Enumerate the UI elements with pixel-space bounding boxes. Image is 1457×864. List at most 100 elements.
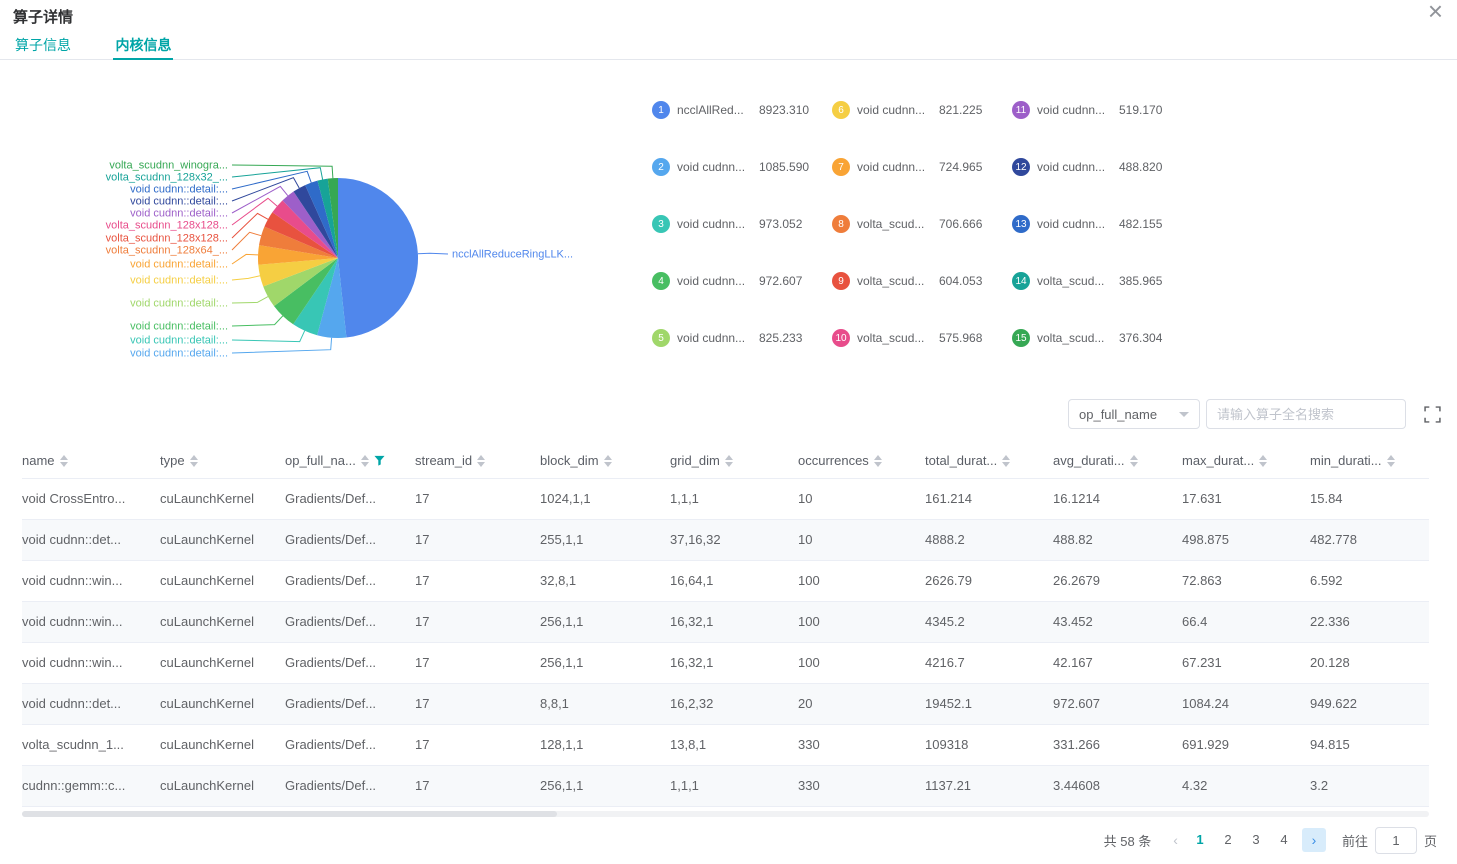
legend-label: void cudnn... (1037, 160, 1117, 174)
table-row[interactable]: void cudnn::det...cuLaunchKernelGradient… (22, 683, 1429, 724)
sort-carets[interactable] (1130, 455, 1138, 467)
legend-rank-badge: 3 (652, 215, 670, 233)
sort-asc-icon[interactable] (604, 455, 612, 460)
legend-item[interactable]: 10volta_scud...575.968 (832, 328, 1000, 348)
sort-desc-icon[interactable] (1002, 462, 1010, 467)
legend-item[interactable]: 13void cudnn...482.155 (1012, 214, 1180, 234)
column-header-total_duration[interactable]: total_durat... (925, 444, 1053, 478)
sort-desc-icon[interactable] (190, 462, 198, 467)
legend-item[interactable]: 14volta_scud...385.965 (1012, 271, 1180, 291)
sort-carets[interactable] (361, 455, 369, 467)
legend-item[interactable]: 5void cudnn...825.233 (652, 328, 820, 348)
scrollbar-thumb[interactable] (22, 811, 557, 817)
legend-item[interactable]: 6void cudnn...821.225 (832, 100, 1000, 120)
sort-carets[interactable] (604, 455, 612, 467)
table-cell: cudnn::gemm::c... (22, 765, 160, 806)
sort-carets[interactable] (1387, 455, 1395, 467)
table-row[interactable]: void cudnn::win...cuLaunchKernelGradient… (22, 560, 1429, 601)
search-field-select[interactable]: op_full_name (1068, 399, 1200, 429)
filter-icon[interactable] (374, 455, 385, 466)
pie-label: volta_scudnn_128x32_... (106, 172, 228, 184)
page-number-3[interactable]: 3 (1242, 827, 1270, 853)
sort-asc-icon[interactable] (477, 455, 485, 460)
pie-label: void cudnn::detail:... (130, 298, 228, 310)
column-header-block_dim[interactable]: block_dim (540, 444, 670, 478)
sort-asc-icon[interactable] (60, 455, 68, 460)
sort-desc-icon[interactable] (1130, 462, 1138, 467)
table-cell: 42.167 (1053, 642, 1182, 683)
page-number-2[interactable]: 2 (1214, 827, 1242, 853)
close-icon[interactable]: × (1428, 0, 1443, 24)
sort-asc-icon[interactable] (361, 455, 369, 460)
table-cell: 330 (798, 765, 925, 806)
sort-asc-icon[interactable] (1259, 455, 1267, 460)
legend-item[interactable]: 11void cudnn...519.170 (1012, 100, 1180, 120)
sort-desc-icon[interactable] (1259, 462, 1267, 467)
tab-kernel-info[interactable]: 内核信息 (113, 32, 173, 60)
table-cell: 482.778 (1310, 519, 1429, 560)
legend-item[interactable]: 3void cudnn...973.052 (652, 214, 820, 234)
sort-carets[interactable] (1259, 455, 1267, 467)
table-row[interactable]: cudnn::gemm::c...cuLaunchKernelGradients… (22, 765, 1429, 806)
sort-desc-icon[interactable] (60, 462, 68, 467)
goto-page-input[interactable] (1375, 827, 1417, 854)
pie-slice[interactable] (338, 178, 418, 338)
sort-desc-icon[interactable] (361, 462, 369, 467)
sort-asc-icon[interactable] (1387, 455, 1395, 460)
legend-item[interactable]: 7void cudnn...724.965 (832, 157, 1000, 177)
column-header-occurrences[interactable]: occurrences (798, 444, 925, 478)
legend-label: void cudnn... (677, 274, 757, 288)
next-page-button[interactable]: › (1302, 828, 1326, 852)
sort-asc-icon[interactable] (1130, 455, 1138, 460)
sort-carets[interactable] (60, 455, 68, 467)
legend-item[interactable]: 9volta_scud...604.053 (832, 271, 1000, 291)
sort-desc-icon[interactable] (604, 462, 612, 467)
prev-page-button[interactable]: ‹ (1165, 832, 1186, 848)
sort-asc-icon[interactable] (190, 455, 198, 460)
column-header-name[interactable]: name (22, 444, 160, 478)
tab-operator-info[interactable]: 算子信息 (13, 32, 73, 58)
column-header-type[interactable]: type (160, 444, 285, 478)
legend-value: 482.155 (1119, 217, 1162, 231)
horizontal-scrollbar[interactable] (22, 811, 1429, 817)
sort-desc-icon[interactable] (874, 462, 882, 467)
column-header-avg_duration[interactable]: avg_durati... (1053, 444, 1182, 478)
sort-asc-icon[interactable] (1002, 455, 1010, 460)
sort-desc-icon[interactable] (477, 462, 485, 467)
column-header-label: avg_durati... (1053, 453, 1125, 468)
sort-carets[interactable] (874, 455, 882, 467)
sort-carets[interactable] (725, 455, 733, 467)
fullscreen-icon[interactable] (1424, 406, 1441, 423)
sort-asc-icon[interactable] (725, 455, 733, 460)
search-input[interactable] (1206, 399, 1406, 429)
legend-rank-badge: 9 (832, 272, 850, 290)
column-header-min_duration[interactable]: min_durati... (1310, 444, 1429, 478)
legend-item[interactable]: 2void cudnn...1085.590 (652, 157, 820, 177)
table-row[interactable]: void cudnn::det...cuLaunchKernelGradient… (22, 519, 1429, 560)
sort-carets[interactable] (190, 455, 198, 467)
legend-value: 488.820 (1119, 160, 1162, 174)
legend-item[interactable]: 8volta_scud...706.666 (832, 214, 1000, 234)
column-header-label: name (22, 453, 55, 468)
sort-desc-icon[interactable] (1387, 462, 1395, 467)
table-row[interactable]: void cudnn::win...cuLaunchKernelGradient… (22, 601, 1429, 642)
sort-carets[interactable] (1002, 455, 1010, 467)
column-header-max_duration[interactable]: max_durat... (1182, 444, 1310, 478)
table-cell: Gradients/Def... (285, 683, 415, 724)
sort-asc-icon[interactable] (874, 455, 882, 460)
page-number-4[interactable]: 4 (1270, 827, 1298, 853)
table-cell: 10 (798, 519, 925, 560)
legend-item[interactable]: 12void cudnn...488.820 (1012, 157, 1180, 177)
legend-item[interactable]: 1ncclAllRed...8923.310 (652, 100, 820, 120)
column-header-grid_dim[interactable]: grid_dim (670, 444, 798, 478)
table-row[interactable]: void cudnn::win...cuLaunchKernelGradient… (22, 642, 1429, 683)
sort-carets[interactable] (477, 455, 485, 467)
legend-item[interactable]: 15volta_scud...376.304 (1012, 328, 1180, 348)
sort-desc-icon[interactable] (725, 462, 733, 467)
legend-item[interactable]: 4void cudnn...972.607 (652, 271, 820, 291)
page-number-1[interactable]: 1 (1186, 827, 1214, 853)
table-row[interactable]: volta_scudnn_1...cuLaunchKernelGradients… (22, 724, 1429, 765)
table-row[interactable]: void CrossEntro...cuLaunchKernelGradient… (22, 478, 1429, 519)
column-header-op_full_name[interactable]: op_full_na... (285, 444, 415, 478)
column-header-stream_id[interactable]: stream_id (415, 444, 540, 478)
